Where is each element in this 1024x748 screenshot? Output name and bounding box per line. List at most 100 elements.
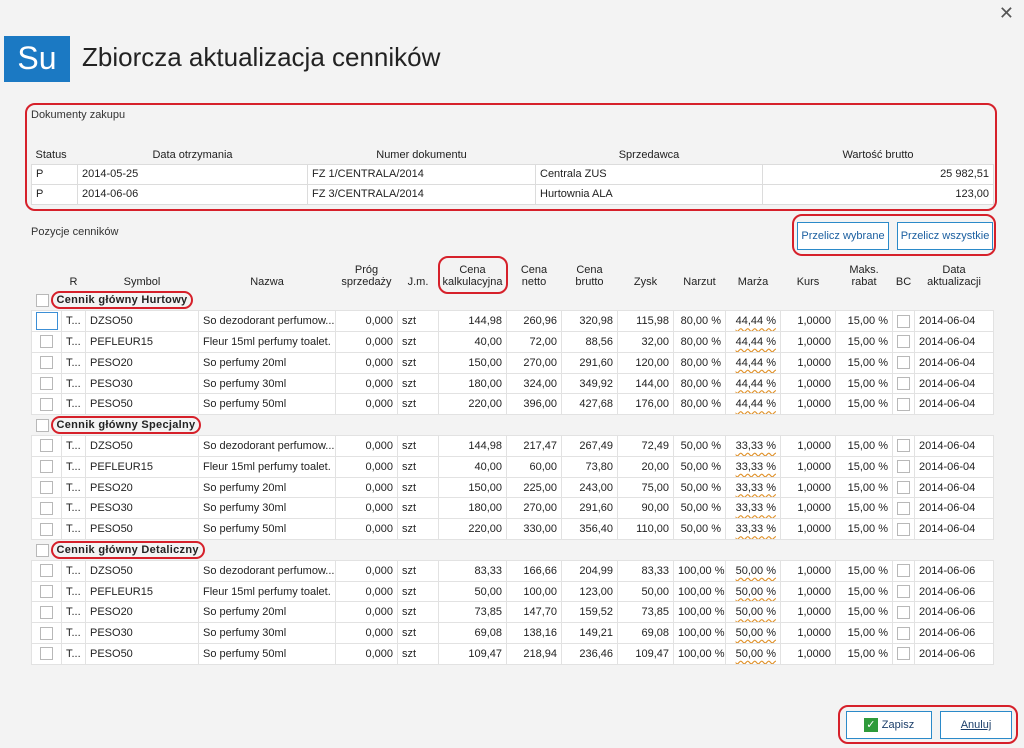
table-row[interactable]: T... PEFLEUR15 Fleur 15ml perfumy toalet. 0… — [31, 331, 994, 353]
select-checkbox[interactable] — [31, 497, 62, 520]
column-header[interactable]: Data aktualizacji — [915, 260, 994, 290]
document-row[interactable]: P 2014-05-25 FZ 1/CENTRALA/2014 Centrala ZU… — [31, 163, 994, 185]
select-checkbox[interactable] — [31, 455, 62, 478]
column-header[interactable]: Maks. rabat — [836, 260, 893, 290]
checkbox-icon[interactable] — [897, 314, 910, 328]
group-checkbox[interactable] — [35, 543, 49, 557]
column-header[interactable]: Kurs — [781, 260, 836, 290]
column-header[interactable]: Cena netto — [507, 260, 562, 290]
table-row[interactable]: T... PEFLEUR15 Fleur 15ml perfumy toalet. 0… — [31, 580, 994, 603]
column-header[interactable]: Próg sprzedaży — [336, 260, 398, 290]
table-row[interactable]: T... DZSO50 So dezodorant perfumow... 0,000… — [31, 435, 994, 457]
column-header[interactable]: J.m. — [398, 260, 439, 290]
recalc-all-button[interactable]: Przelicz wszystkie — [897, 222, 993, 250]
column-header[interactable]: Nazwa — [199, 260, 336, 290]
select-checkbox[interactable] — [31, 310, 62, 333]
column-header[interactable]: Data otrzymania — [78, 146, 308, 164]
group-checkbox[interactable] — [35, 418, 49, 432]
recalc-selected-button[interactable]: Przelicz wybrane — [797, 222, 889, 250]
bc-checkbox[interactable] — [892, 310, 915, 333]
table-row[interactable]: T... PESO20 So perfumy 20ml 0,000 szt 150,00 2… — [31, 476, 994, 499]
checkbox-icon[interactable] — [40, 585, 53, 599]
column-header[interactable]: Wartość brutto — [763, 146, 994, 164]
bc-checkbox[interactable] — [892, 351, 915, 374]
select-checkbox[interactable] — [31, 476, 62, 499]
bc-checkbox[interactable] — [892, 435, 915, 457]
checkbox-icon[interactable] — [40, 377, 53, 391]
bc-checkbox[interactable] — [892, 497, 915, 520]
bc-checkbox[interactable] — [892, 601, 915, 624]
checkbox-icon[interactable] — [897, 439, 910, 453]
select-checkbox[interactable] — [31, 372, 62, 395]
column-header[interactable]: Sprzedawca — [536, 146, 763, 164]
checkbox-icon[interactable] — [40, 501, 53, 515]
table-row[interactable]: T... DZSO50 So dezodorant perfumow... 0,000… — [31, 559, 994, 582]
table-row[interactable]: T... PESO50 So perfumy 50ml 0,000 szt 109,47 2… — [31, 643, 994, 665]
group-row[interactable]: Cennik główny Specjalny — [32, 415, 994, 436]
checkbox-icon[interactable] — [40, 335, 53, 349]
checkbox-icon[interactable] — [897, 585, 910, 599]
column-header[interactable]: Cena brutto — [562, 260, 618, 290]
column-header[interactable]: Symbol — [86, 260, 199, 290]
bc-checkbox[interactable] — [892, 622, 915, 645]
select-checkbox[interactable] — [31, 580, 62, 603]
bc-checkbox[interactable] — [892, 559, 915, 582]
column-header[interactable]: Cena kalkulacyjna — [439, 260, 507, 290]
bc-checkbox[interactable] — [892, 393, 915, 416]
table-row[interactable]: T... PESO30 So perfumy 30ml 0,000 szt 180,00 3… — [31, 372, 994, 395]
checkbox-icon[interactable] — [40, 397, 53, 411]
group-checkbox[interactable] — [35, 293, 49, 307]
column-header[interactable]: Zysk — [618, 260, 674, 290]
bc-checkbox[interactable] — [892, 455, 915, 478]
table-row[interactable]: T... PESO20 So perfumy 20ml 0,000 szt 150,00 2… — [31, 351, 994, 374]
group-row[interactable]: Cennik główny Hurtowy — [32, 290, 994, 311]
bc-checkbox[interactable] — [892, 518, 915, 541]
column-header[interactable] — [32, 260, 62, 290]
bc-checkbox[interactable] — [892, 372, 915, 395]
checkbox-icon[interactable] — [897, 460, 910, 474]
checkbox-icon[interactable] — [897, 356, 910, 370]
checkbox-icon[interactable] — [40, 564, 53, 578]
column-header[interactable]: Marża — [726, 260, 781, 290]
checkbox-icon[interactable] — [897, 626, 910, 640]
column-header[interactable]: BC — [893, 260, 915, 290]
column-header[interactable]: Narzut — [674, 260, 726, 290]
checkbox-icon[interactable] — [40, 647, 53, 661]
checkbox-icon[interactable] — [897, 397, 910, 411]
checkbox-icon[interactable] — [897, 335, 910, 349]
checkbox-icon[interactable] — [40, 460, 53, 474]
table-row[interactable]: T... PESO50 So perfumy 50ml 0,000 szt 220,00 3… — [31, 393, 994, 416]
column-header[interactable]: Status — [32, 146, 78, 164]
checkbox-icon[interactable] — [897, 377, 910, 391]
column-header[interactable]: R — [62, 260, 86, 290]
checkbox-icon[interactable] — [40, 356, 53, 370]
select-checkbox[interactable] — [31, 622, 62, 645]
select-checkbox[interactable] — [31, 643, 62, 665]
column-header[interactable]: Numer dokumentu — [308, 146, 536, 164]
checkbox-icon[interactable] — [897, 481, 910, 495]
table-row[interactable]: T... PESO30 So perfumy 30ml 0,000 szt 69,08 13… — [31, 622, 994, 645]
table-row[interactable]: T... PEFLEUR15 Fleur 15ml perfumy toalet. 0… — [31, 455, 994, 478]
select-checkbox[interactable] — [31, 601, 62, 624]
cancel-button[interactable]: Anuluj — [940, 711, 1012, 739]
checkbox-icon[interactable] — [897, 647, 910, 661]
checkbox-icon[interactable] — [40, 439, 53, 453]
checkbox-icon[interactable] — [897, 522, 910, 536]
bc-checkbox[interactable] — [892, 331, 915, 353]
table-row[interactable]: T... PESO30 So perfumy 30ml 0,000 szt 180,00 2… — [31, 497, 994, 520]
document-row[interactable]: P 2014-06-06 FZ 3/CENTRALA/2014 Hurtownia A… — [31, 183, 994, 205]
checkbox-icon[interactable] — [36, 312, 58, 331]
checkbox-icon[interactable] — [40, 481, 53, 495]
group-row[interactable]: Cennik główny Detaliczny — [32, 540, 994, 561]
save-button[interactable]: ✓ Zapisz — [846, 711, 932, 739]
table-row[interactable]: T... DZSO50 So dezodorant perfumow... 0,000… — [31, 310, 994, 333]
checkbox-icon[interactable] — [897, 564, 910, 578]
checkbox-icon[interactable] — [40, 522, 53, 536]
bc-checkbox[interactable] — [892, 643, 915, 665]
checkbox-icon[interactable] — [897, 605, 910, 619]
select-checkbox[interactable] — [31, 559, 62, 582]
select-checkbox[interactable] — [31, 393, 62, 416]
checkbox-icon[interactable] — [40, 626, 53, 640]
table-row[interactable]: T... PESO20 So perfumy 20ml 0,000 szt 73,85 14… — [31, 601, 994, 624]
table-row[interactable]: T... PESO50 So perfumy 50ml 0,000 szt 220,00 3… — [31, 518, 994, 541]
